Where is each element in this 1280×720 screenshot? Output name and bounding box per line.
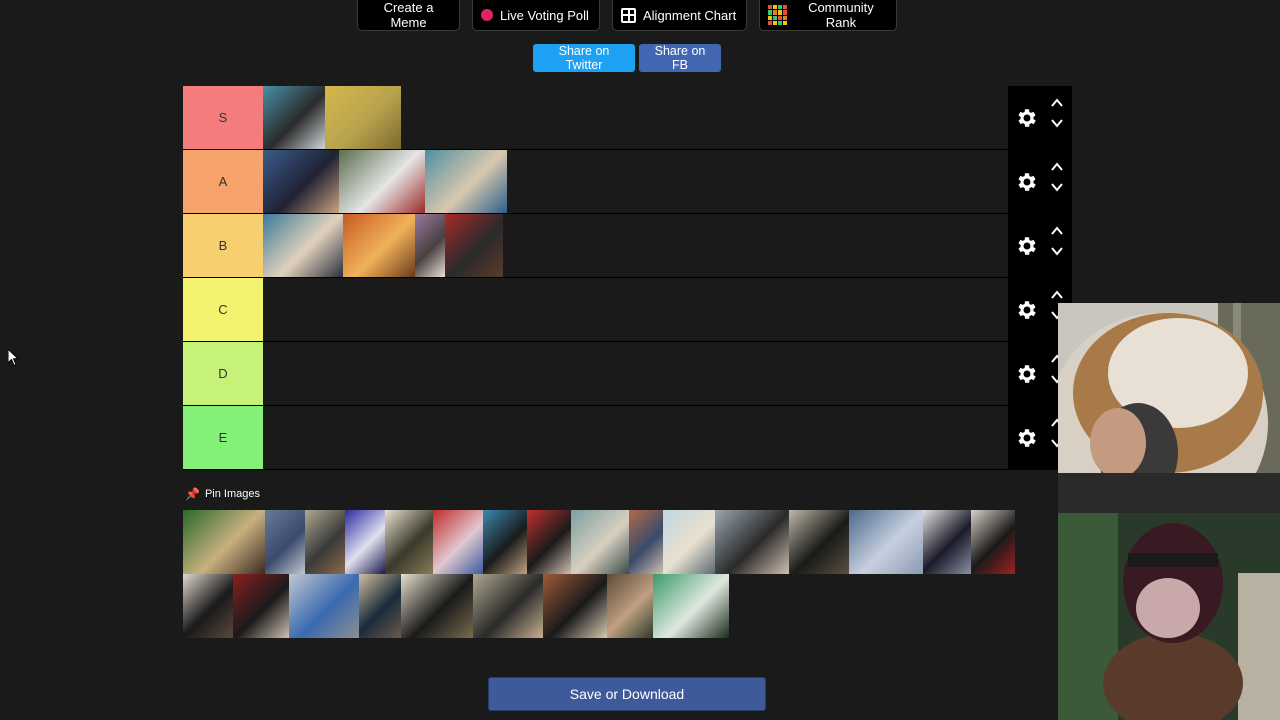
tier-controls bbox=[1008, 86, 1072, 149]
webcam-feed-bottom bbox=[1058, 513, 1280, 720]
pin-image[interactable] bbox=[543, 574, 607, 638]
tier-drop-zone[interactable] bbox=[263, 278, 1008, 341]
tier-list: SABCDE bbox=[183, 86, 1072, 470]
pin-image[interactable] bbox=[789, 510, 849, 574]
gear-icon[interactable] bbox=[1014, 362, 1038, 386]
pushpin-icon: 📌 bbox=[185, 487, 200, 501]
alignment-chart-button[interactable]: Alignment Chart bbox=[612, 0, 747, 31]
move-down-chevron-icon[interactable] bbox=[1050, 116, 1064, 130]
pin-image[interactable] bbox=[629, 510, 663, 574]
save-or-download-button[interactable]: Save or Download bbox=[488, 677, 766, 711]
share-row: Share on Twitter Share on FB bbox=[533, 44, 721, 72]
tier-label[interactable]: E bbox=[183, 406, 263, 469]
tier-item-image[interactable] bbox=[339, 150, 425, 213]
record-dot-icon bbox=[481, 9, 493, 21]
pin-image[interactable] bbox=[571, 510, 629, 574]
create-meme-button[interactable]: Create a Meme bbox=[357, 0, 460, 31]
pin-image[interactable] bbox=[483, 510, 527, 574]
pin-image[interactable] bbox=[653, 574, 729, 638]
pin-image[interactable] bbox=[923, 510, 971, 574]
community-rank-button[interactable]: Community Rank bbox=[759, 0, 897, 31]
tier-item-image[interactable] bbox=[263, 150, 339, 213]
pin-images-heading: 📌 Pin Images bbox=[185, 487, 260, 501]
share-facebook-button[interactable]: Share on FB bbox=[639, 44, 721, 72]
gear-icon[interactable] bbox=[1014, 234, 1038, 258]
tier-row: E bbox=[183, 406, 1072, 470]
top-nav: Create a Meme Live Voting Poll Alignment… bbox=[357, 0, 897, 31]
pin-image[interactable] bbox=[401, 574, 473, 638]
tier-drop-zone[interactable] bbox=[263, 150, 1008, 213]
tier-row: C bbox=[183, 278, 1072, 342]
pin-image[interactable] bbox=[433, 510, 483, 574]
tier-row: S bbox=[183, 86, 1072, 150]
webcam-feed-top bbox=[1058, 303, 1280, 513]
move-up-chevron-icon[interactable] bbox=[1050, 288, 1064, 302]
gear-icon[interactable] bbox=[1014, 170, 1038, 194]
tier-label[interactable]: D bbox=[183, 342, 263, 405]
pin-image[interactable] bbox=[183, 510, 265, 574]
pin-images-grid bbox=[183, 510, 1063, 638]
pin-image[interactable] bbox=[183, 574, 233, 638]
grid-icon bbox=[621, 7, 636, 23]
pin-image[interactable] bbox=[305, 510, 345, 574]
tier-item-image[interactable] bbox=[343, 214, 415, 277]
pin-image[interactable] bbox=[473, 574, 543, 638]
move-down-chevron-icon[interactable] bbox=[1050, 244, 1064, 258]
tier-row: D bbox=[183, 342, 1072, 406]
tier-label[interactable]: S bbox=[183, 86, 263, 149]
move-up-chevron-icon[interactable] bbox=[1050, 160, 1064, 174]
tier-label[interactable]: A bbox=[183, 150, 263, 213]
live-voting-poll-label: Live Voting Poll bbox=[500, 7, 589, 23]
alignment-chart-label: Alignment Chart bbox=[643, 7, 737, 23]
pin-image[interactable] bbox=[265, 510, 305, 574]
pin-image[interactable] bbox=[345, 510, 385, 574]
pin-image[interactable] bbox=[971, 510, 1015, 574]
pin-image[interactable] bbox=[715, 510, 789, 574]
gear-icon[interactable] bbox=[1014, 298, 1038, 322]
tier-item-image[interactable] bbox=[263, 214, 343, 277]
pin-image[interactable] bbox=[663, 510, 715, 574]
move-down-chevron-icon[interactable] bbox=[1050, 180, 1064, 194]
gear-icon[interactable] bbox=[1014, 106, 1038, 130]
tier-row: B bbox=[183, 214, 1072, 278]
tier-controls bbox=[1008, 214, 1072, 277]
tier-drop-zone[interactable] bbox=[263, 342, 1008, 405]
tier-label[interactable]: C bbox=[183, 278, 263, 341]
pin-image[interactable] bbox=[607, 574, 653, 638]
move-up-chevron-icon[interactable] bbox=[1050, 96, 1064, 110]
community-rank-label: Community Rank bbox=[808, 0, 874, 30]
tier-controls bbox=[1008, 150, 1072, 213]
tier-row: A bbox=[183, 150, 1072, 214]
tier-item-image[interactable] bbox=[263, 86, 325, 149]
pin-images-label: Pin Images bbox=[204, 488, 260, 500]
mouse-cursor-icon bbox=[8, 349, 20, 367]
tier-item-image[interactable] bbox=[445, 214, 503, 277]
pin-image[interactable] bbox=[849, 510, 923, 574]
tier-item-image[interactable] bbox=[415, 214, 445, 277]
pin-image[interactable] bbox=[385, 510, 433, 574]
create-meme-label: Create a Meme bbox=[383, 0, 434, 30]
tier-drop-zone[interactable] bbox=[263, 214, 1008, 277]
pin-image[interactable] bbox=[359, 574, 401, 638]
pin-image[interactable] bbox=[233, 574, 289, 638]
share-twitter-button[interactable]: Share on Twitter bbox=[533, 44, 635, 72]
tier-drop-zone[interactable] bbox=[263, 406, 1008, 469]
mosaic-icon bbox=[768, 5, 787, 25]
tier-label[interactable]: B bbox=[183, 214, 263, 277]
tier-drop-zone[interactable] bbox=[263, 86, 1008, 149]
gear-icon[interactable] bbox=[1014, 426, 1038, 450]
pin-image[interactable] bbox=[289, 574, 359, 638]
tier-item-image[interactable] bbox=[325, 86, 401, 149]
tier-item-image[interactable] bbox=[425, 150, 507, 213]
move-up-chevron-icon[interactable] bbox=[1050, 224, 1064, 238]
pin-image[interactable] bbox=[527, 510, 571, 574]
live-voting-poll-button[interactable]: Live Voting Poll bbox=[472, 0, 600, 31]
